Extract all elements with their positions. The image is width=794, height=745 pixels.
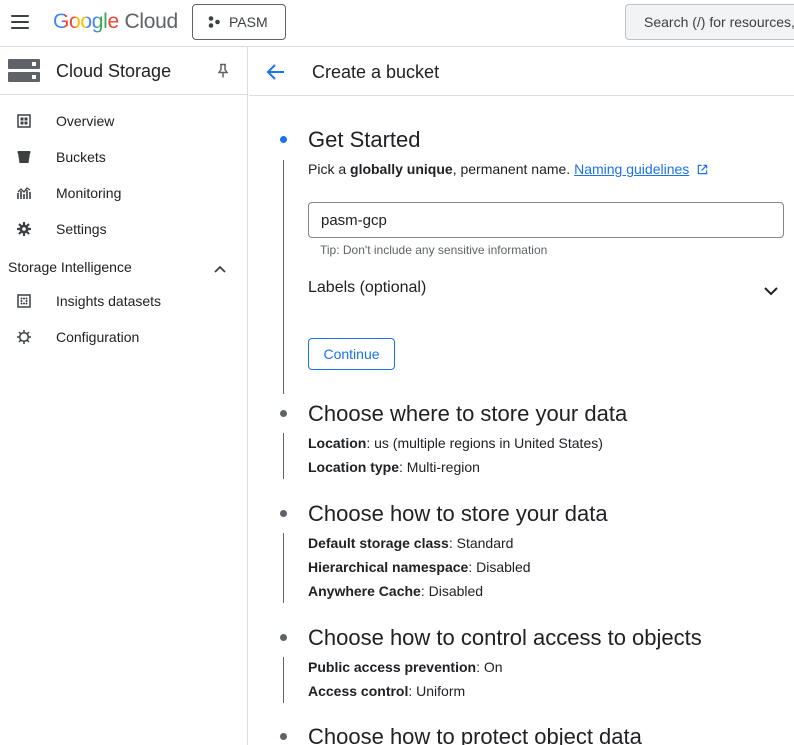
sidebar-title: Cloud Storage [56,61,172,81]
step-connector [283,533,284,603]
step-indicator-active [280,136,287,143]
project-picker-button[interactable]: PASM [192,4,286,40]
sidebar-item-label: Monitoring [56,185,122,201]
summary-value: : Uniform [408,683,466,699]
project-label: PASM [229,14,268,30]
sidebar-item-label: Settings [56,221,107,237]
configuration-icon [17,330,31,344]
sidebar-item-label: Overview [56,113,115,129]
dataset-icon [17,294,31,308]
overview-icon [17,114,31,128]
step-indicator [280,733,287,740]
labels-optional-expander[interactable]: Labels (optional) [308,279,784,303]
chevron-up-icon[interactable] [212,261,228,277]
bucket-icon [17,151,31,163]
intro-text: Pick a [308,161,351,177]
summary-key: Anywhere Cache [308,583,421,599]
back-arrow-icon[interactable] [265,61,287,83]
step-connector [283,657,284,703]
summary-key: Hierarchical namespace [308,559,469,575]
search-input[interactable]: Search (/) for resources, [625,4,794,40]
cloud-storage-icon [8,59,40,82]
summary-key: Public access prevention [308,659,477,675]
summary-value: : Disabled [420,583,484,599]
sidebar: Cloud Storage Overview Buckets Monitorin… [0,47,248,745]
sidebar-item-configuration[interactable]: Configuration [0,319,247,355]
step-connector [283,160,284,394]
summary-key: Default storage class [308,535,449,551]
project-icon [208,16,220,28]
gear-icon [17,222,31,236]
intro-text-end: , permanent name. [452,161,571,177]
summary-access-control: Access control: Uniform [308,683,465,699]
summary-value: : Multi-region [399,459,480,475]
monitoring-icon [17,187,31,199]
summary-location-type: Location type: Multi-region [308,459,480,475]
sidebar-item-buckets[interactable]: Buckets [0,139,247,175]
menu-icon[interactable] [9,11,31,33]
sidebar-item-insights-datasets[interactable]: Insights datasets [0,283,247,319]
main-content: Create a bucket Get Started Pick a globa… [249,47,794,745]
search-placeholder: Search (/) for resources, [644,14,794,30]
top-bar: Google Cloud PASM Search (/) for resourc… [0,0,794,47]
labels-label: Labels (optional) [308,279,427,296]
section-title: Storage Intelligence [8,259,132,275]
sidebar-item-label: Configuration [56,329,140,345]
logo-google: Google [53,10,119,33]
summary-hierarchical-namespace: Hierarchical namespace: Disabled [308,559,531,575]
summary-key: Location [308,435,367,451]
external-link-icon[interactable] [697,164,708,175]
google-cloud-logo[interactable]: Google Cloud [53,10,178,34]
continue-button[interactable]: Continue [308,338,395,370]
step-indicator [280,510,287,517]
sidebar-item-monitoring[interactable]: Monitoring [0,175,247,211]
step-indicator [280,634,287,641]
summary-value: : us (multiple regions in United States) [366,435,603,451]
step-connector [283,433,284,479]
step-title-storage[interactable]: Choose how to store your data [308,501,608,527]
sidebar-item-settings[interactable]: Settings [0,211,247,247]
sensitive-info-tip: Tip: Don't include any sensitive informa… [320,243,548,257]
sidebar-item-overview[interactable]: Overview [0,103,247,139]
summary-location: Location: us (multiple regions in United… [308,435,603,451]
storage-intelligence-section[interactable]: Storage Intelligence [8,259,238,281]
summary-value: : On [476,659,503,675]
sidebar-header: Cloud Storage [0,47,247,95]
naming-instructions: Pick a globally unique, permanent name. … [308,161,708,177]
summary-storage-class: Default storage class: Standard [308,535,513,551]
summary-value: : Standard [448,535,514,551]
step-title-location[interactable]: Choose where to store your data [308,401,627,427]
sidebar-item-label: Buckets [56,149,106,165]
naming-guidelines-link[interactable]: Naming guidelines [574,161,689,177]
intro-bold: globally unique [350,161,453,177]
step-title-protection[interactable]: Choose how to protect object data [308,724,642,745]
logo-cloud: Cloud [124,10,178,33]
summary-value: : Disabled [468,559,531,575]
page-title: Create a bucket [312,62,440,82]
bucket-name-input[interactable] [308,202,784,238]
chevron-down-icon[interactable] [762,282,780,300]
main-header: Create a bucket [249,47,794,96]
pin-icon[interactable] [215,63,231,79]
summary-public-access: Public access prevention: On [308,659,503,675]
step-title-get-started[interactable]: Get Started [308,127,421,153]
sidebar-item-label: Insights datasets [56,293,162,309]
step-title-access[interactable]: Choose how to control access to objects [308,625,702,651]
summary-anywhere-cache: Anywhere Cache: Disabled [308,583,483,599]
step-indicator [280,410,287,417]
summary-key: Location type [308,459,400,475]
summary-key: Access control [308,683,409,699]
